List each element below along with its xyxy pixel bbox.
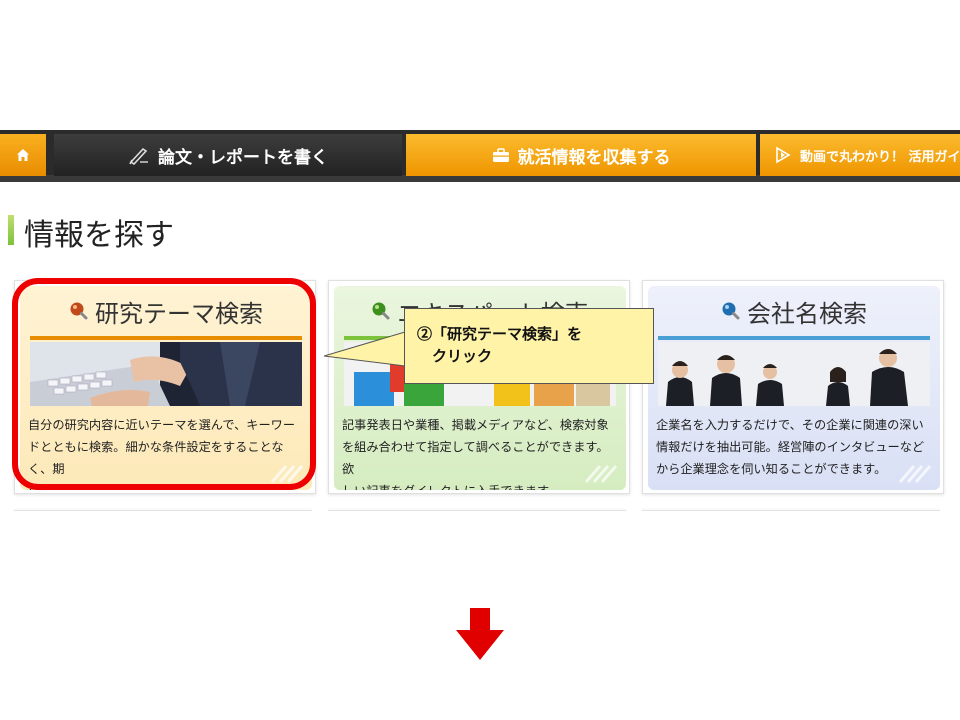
nav-home-button[interactable] (0, 134, 46, 176)
card-row-edge (14, 510, 312, 516)
business-people-photo (658, 342, 930, 406)
card-research-theme-search[interactable]: 研究テーマ検索 自分の研究内容に近いテーマを選んで、キーワー ドとともに検索。細… (20, 286, 312, 490)
keyboard-typing-photo (30, 342, 302, 406)
search-icon (371, 301, 391, 321)
card-title: 会社名検索 (747, 299, 867, 328)
callout-text: ②「研究テーマ検索」を クリック (417, 325, 583, 365)
card-header: 研究テーマ検索 (20, 286, 312, 336)
nav-bar-underline (0, 175, 960, 182)
card-row-edge (328, 510, 626, 516)
video-icon (774, 146, 792, 164)
callout-pointer (324, 331, 406, 367)
callout-box: ②「研究テーマ検索」を クリック (404, 308, 654, 384)
nav-tab-label: 動画で丸わかり！ 活用ガイド (800, 149, 960, 165)
card-description: 企業名を入力するだけで、その企業に関連の深い 情報だけを抽出可能。経営陣のインタ… (656, 418, 925, 476)
card-title-rule (658, 336, 930, 340)
card-description: 記事発表日や業種、掲載メディアなど、検索対象 を組み合わせて指定して調べることが… (342, 418, 609, 490)
stripe-decoration (898, 465, 932, 483)
home-icon (17, 149, 29, 161)
stripe-decoration (584, 465, 618, 483)
nav-tab-job-hunting[interactable]: 就活情報を収集する (406, 134, 756, 176)
briefcase-icon (492, 147, 510, 163)
nav-tab-label: 就活情報を収集する (517, 147, 671, 168)
nav-tab-write-paper[interactable]: 論文・レポートを書く (54, 134, 402, 176)
search-icon (69, 301, 89, 321)
slide: 論文・レポートを書く 就活情報を収集する 動画で丸わかり！ 活用ガイド 情報を探… (0, 0, 960, 720)
card-company-name-search[interactable]: 会社名検索 企業名を入力するだけで、その企業に関連の深い 情報だけを抽出可能。経… (648, 286, 940, 490)
card-title-rule (30, 336, 302, 340)
section-title: 情報を探す (24, 218, 174, 253)
nav-tab-video-guide[interactable]: 動画で丸わかり！ 活用ガイド (760, 134, 960, 176)
section-accent-bar (8, 215, 14, 245)
card-header: 会社名検索 (648, 286, 940, 336)
nav-tab-label: 論文・レポートを書く (158, 147, 328, 168)
stripe-decoration (270, 465, 304, 483)
card-row-edge (642, 510, 940, 516)
card-description: 自分の研究内容に近いテーマを選んで、キーワー ドとともに検索。細かな条件設定をす… (28, 418, 296, 490)
card-title: 研究テーマ検索 (95, 299, 263, 328)
down-arrow-icon (456, 608, 504, 660)
search-icon (721, 301, 741, 321)
pen-icon (128, 145, 150, 165)
